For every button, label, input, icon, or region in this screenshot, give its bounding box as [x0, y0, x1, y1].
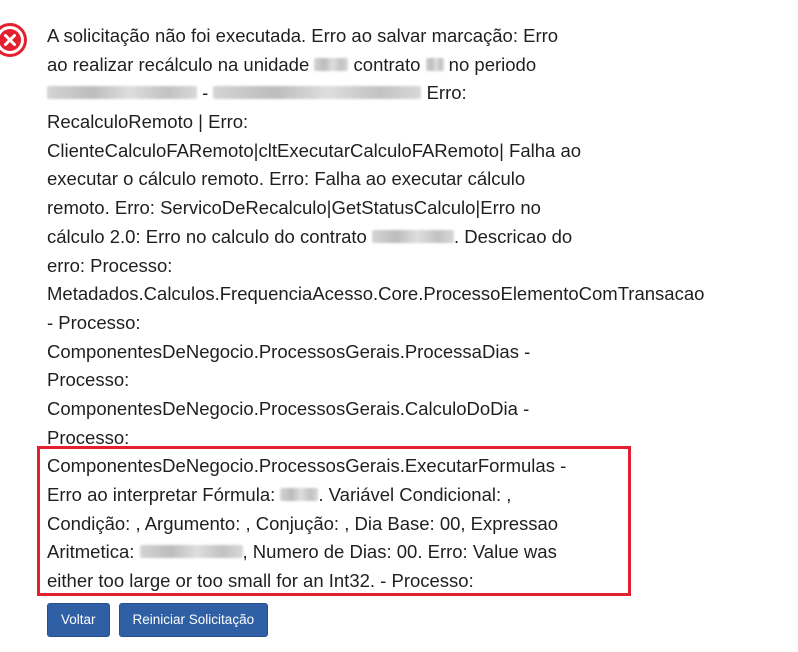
message-line: executar o cálculo remoto. Erro: Falha a…: [47, 165, 797, 194]
message-line: remoto. Erro: ServicoDeRecalculo|GetStat…: [47, 194, 797, 223]
message-line: - Processo:: [47, 309, 797, 338]
redacted-value: [371, 229, 454, 243]
message-line: ComponentesDeNegocio.ProcessosGerais.Cal…: [47, 395, 797, 424]
redacted-value: [213, 86, 422, 100]
message-text: no periodo: [443, 53, 537, 75]
message-text: Erro:: [421, 82, 467, 104]
message-text: A solicitação não foi executada. Erro ao…: [47, 25, 559, 46]
message-text: Processo:: [47, 369, 130, 391]
message-text: ClienteCalculoFARemoto|cltExecutarCalcul…: [47, 139, 582, 161]
message-line: ClienteCalculoFARemoto|cltExecutarCalcul…: [47, 137, 797, 166]
message-line: Metadados.Calculos.FrequenciaAcesso.Core…: [47, 280, 797, 309]
message-text: contrato: [348, 53, 426, 75]
message-line: A solicitação não foi executada. Erro ao…: [47, 22, 797, 51]
message-text: - Processo:: [47, 311, 141, 333]
message-text: ao realizar recálculo na unidade: [47, 53, 315, 75]
action-bar: Voltar Reiniciar Solicitação: [47, 603, 269, 637]
message-text: RecalculoRemoto | Erro:: [47, 111, 249, 133]
message-text: Metadados.Calculos.FrequenciaAcesso.Core…: [47, 283, 705, 305]
message-text: cálculo 2.0: Erro no calculo do contrato: [47, 225, 372, 247]
message-text: ComponentesDeNegocio.ProcessosGerais.Cal…: [47, 397, 530, 419]
highlight-annotation-box: [37, 446, 631, 596]
message-text: executar o cálculo remoto. Erro: Falha a…: [47, 168, 526, 190]
message-line: erro: Processo:: [47, 252, 797, 281]
redacted-value: [425, 57, 444, 71]
message-line: - Erro:: [47, 79, 797, 108]
message-line: RecalculoRemoto | Erro:: [47, 108, 797, 137]
back-button[interactable]: Voltar: [47, 603, 110, 637]
message-line: Processo:: [47, 366, 797, 395]
error-icon: [0, 23, 27, 57]
message-text: erro: Processo:: [47, 254, 173, 276]
restart-request-button[interactable]: Reiniciar Solicitação: [118, 603, 269, 637]
redacted-value: [47, 86, 197, 100]
message-line: ao realizar recálculo na unidade contrat…: [47, 51, 797, 80]
message-text: -: [197, 82, 214, 104]
redacted-value: [314, 57, 349, 71]
message-text: . Descricao do: [453, 225, 573, 247]
message-line: ComponentesDeNegocio.ProcessosGerais.Pro…: [47, 338, 797, 367]
message-line: cálculo 2.0: Erro no calculo do contrato…: [47, 223, 797, 252]
message-text: ComponentesDeNegocio.ProcessosGerais.Pro…: [47, 340, 531, 362]
message-text: remoto. Erro: ServicoDeRecalculo|GetStat…: [47, 197, 541, 219]
message-text: Processo:: [47, 426, 130, 448]
